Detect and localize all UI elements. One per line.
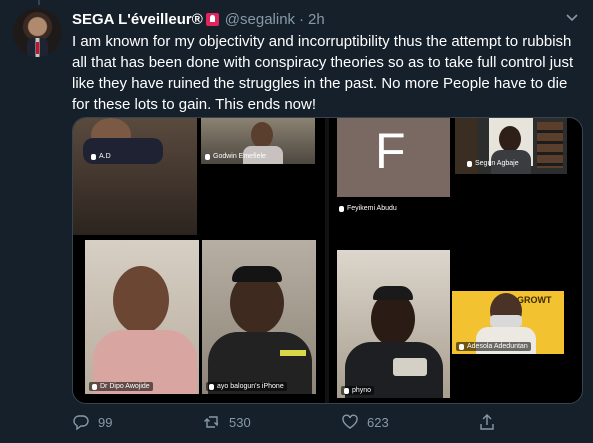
participant-hair xyxy=(232,266,282,282)
participant-label: ayo balogun's iPhone xyxy=(206,382,287,391)
heart-icon xyxy=(342,414,358,429)
reply-icon xyxy=(73,415,89,431)
shirt-print xyxy=(393,358,427,376)
chevron-down-icon[interactable] xyxy=(565,10,579,24)
tweet-header: SEGA L'éveilleur® @segalink · 2h xyxy=(72,9,325,29)
participant-face xyxy=(499,126,521,152)
share-icon xyxy=(480,414,494,430)
participant-face xyxy=(113,266,169,334)
timestamp[interactable]: 2h xyxy=(308,11,325,28)
participant-clothes xyxy=(83,138,163,164)
participant-label: Feyikemi Abudu xyxy=(339,205,397,212)
video-tile: Dr Dipo Awojide xyxy=(85,240,199,394)
like-button[interactable]: 623 xyxy=(341,413,389,431)
participant-label: Segun Agbaje xyxy=(467,160,519,167)
user-handle[interactable]: @segalink xyxy=(225,11,295,28)
face-mask xyxy=(490,315,522,327)
avatar-letter: F xyxy=(375,123,406,179)
tweet-text: I am known for my objectivity and incorr… xyxy=(72,33,574,113)
bookshelf xyxy=(537,122,563,168)
thread-line xyxy=(38,0,40,5)
mic-icon xyxy=(205,153,210,160)
display-name[interactable]: SEGA L'éveilleur® xyxy=(72,11,203,28)
retweet-count: 530 xyxy=(229,414,251,430)
share-button[interactable] xyxy=(478,413,504,431)
video-tile: ayo balogun's iPhone xyxy=(202,240,316,394)
mic-icon xyxy=(92,383,97,390)
mic-icon xyxy=(344,387,349,394)
participant-label: A.D xyxy=(91,153,111,160)
video-tile xyxy=(73,118,197,235)
avatar[interactable] xyxy=(13,8,62,57)
tweet-actions: 99 530 623 xyxy=(72,413,502,433)
retweet-icon xyxy=(204,416,219,428)
avatar-tie xyxy=(36,42,39,54)
mic-icon xyxy=(209,383,214,390)
mic-icon xyxy=(91,153,96,160)
video-tile: phyno xyxy=(337,250,450,398)
jacket-stripe xyxy=(280,350,306,356)
participant-label: Godwin Emefiele xyxy=(205,153,266,160)
separator-dot: · xyxy=(299,10,305,28)
reply-button[interactable]: 99 xyxy=(72,413,112,431)
reply-count: 99 xyxy=(98,414,113,430)
collage-divider xyxy=(325,118,329,403)
participant-label: Adesola Adeduntan xyxy=(456,342,531,351)
participant-face xyxy=(251,122,273,148)
siren-emoji-icon xyxy=(205,12,219,26)
participant-label: phyno xyxy=(341,386,375,395)
mic-icon xyxy=(467,160,472,167)
participant-cap xyxy=(373,286,413,300)
media-image[interactable]: A.D Godwin Emefiele Dr Dipo Awojide ayo … xyxy=(72,117,583,404)
video-tile: F xyxy=(337,118,450,197)
like-count: 623 xyxy=(367,414,389,430)
participant-label: Dr Dipo Awojide xyxy=(89,382,153,391)
retweet-button[interactable]: 530 xyxy=(203,413,251,431)
mic-icon xyxy=(459,343,464,350)
mic-icon xyxy=(339,205,344,212)
participant-face xyxy=(371,292,415,346)
video-tile: RE GROWT Adesola Adeduntan xyxy=(452,291,564,354)
